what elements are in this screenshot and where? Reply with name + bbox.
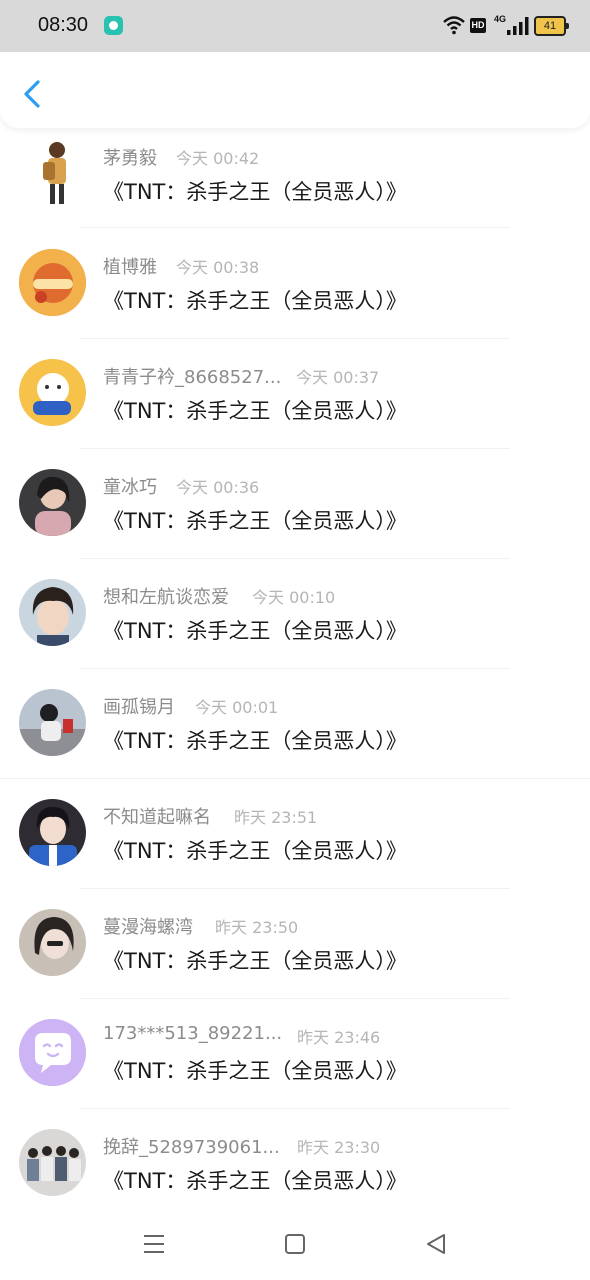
status-time: 08:30	[38, 14, 89, 36]
timestamp: 今天 00:36	[176, 478, 260, 497]
item-title: 《TNT：杀手之王（全员恶人）》	[103, 509, 407, 533]
list-item-meta: 茅勇毅 今天 00:42	[103, 144, 259, 170]
chat-app-notification-icon	[104, 16, 123, 35]
battery-indicator: 41	[534, 16, 569, 36]
list-item-meta: 蔓漫海螺湾 昨天 23:50	[103, 913, 298, 939]
item-title: 《TNT：杀手之王（全员恶人）》	[103, 839, 407, 863]
user-name: 茅勇毅	[103, 148, 157, 169]
item-title: 《TNT：杀手之王（全员恶人）》	[103, 180, 407, 204]
list-item[interactable]: 青青子衿_8668527... 今天 00:37 《TNT：杀手之王（全员恶人）…	[0, 338, 590, 449]
user-name: 想和左航谈恋爱	[103, 587, 229, 608]
list-item-meta: 173***513_89221... 昨天 23:46	[103, 1023, 380, 1047]
user-name: 画孤锡月	[103, 697, 175, 718]
list-item[interactable]: 173***513_89221... 昨天 23:46 《TNT：杀手之王（全员…	[0, 998, 590, 1109]
back-button[interactable]	[16, 74, 50, 114]
menu-icon[interactable]	[142, 1232, 166, 1256]
avatar[interactable]	[19, 799, 86, 866]
user-name: 挽辞_5289739061...	[103, 1137, 280, 1158]
system-nav-bar	[0, 1212, 590, 1280]
user-name: 173***513_89221...	[103, 1023, 283, 1044]
user-name: 青青子衿_8668527...	[103, 367, 282, 388]
chevron-left-icon	[24, 80, 40, 108]
list-item-meta: 植博雅 今天 00:38	[103, 253, 259, 279]
item-title: 《TNT：杀手之王（全员恶人）》	[103, 619, 407, 643]
default-avatar-icon	[19, 1019, 86, 1086]
avatar[interactable]	[19, 249, 86, 316]
timestamp: 昨天 23:50	[215, 918, 299, 937]
status-bar: 08:30 HD 4G 41	[0, 0, 590, 52]
back-triangle-icon[interactable]	[424, 1232, 448, 1256]
item-title: 《TNT：杀手之王（全员恶人）》	[103, 1169, 407, 1193]
hd-badge: HD	[470, 18, 486, 33]
avatar[interactable]	[19, 359, 86, 426]
avatar[interactable]	[19, 579, 86, 646]
item-title: 《TNT：杀手之王（全员恶人）》	[103, 729, 407, 753]
signal-icon	[507, 17, 529, 35]
wifi-icon	[443, 16, 465, 35]
list-item-meta: 想和左航谈恋爱 今天 00:10	[103, 583, 335, 609]
user-name: 不知道起嘛名	[103, 807, 211, 828]
list-item-meta: 青青子衿_8668527... 今天 00:37	[103, 363, 379, 389]
timestamp: 今天 00:42	[176, 149, 260, 168]
list-item[interactable]: 植博雅 今天 00:38 《TNT：杀手之王（全员恶人）》	[0, 228, 590, 339]
home-square-icon[interactable]	[283, 1232, 307, 1256]
avatar[interactable]	[19, 909, 86, 976]
list-item-meta: 挽辞_5289739061... 昨天 23:30	[103, 1133, 380, 1159]
header-bar	[0, 52, 590, 128]
network-type-label: 4G	[494, 14, 507, 24]
item-title: 《TNT：杀手之王（全员恶人）》	[103, 1059, 407, 1083]
list-item-meta: 不知道起嘛名 昨天 23:51	[103, 803, 317, 829]
avatar[interactable]	[38, 140, 76, 207]
timestamp: 今天 00:38	[176, 258, 260, 277]
user-name: 蔓漫海螺湾	[103, 917, 193, 938]
timestamp: 今天 00:37	[296, 368, 380, 387]
list-item-meta: 童冰巧 今天 00:36	[103, 473, 259, 499]
user-name: 植博雅	[103, 257, 157, 278]
list-item[interactable]: 蔓漫海螺湾 昨天 23:50 《TNT：杀手之王（全员恶人）》	[0, 888, 590, 999]
timestamp: 昨天 23:51	[234, 808, 318, 827]
list-item-meta: 画孤锡月 今天 00:01	[103, 693, 278, 719]
timestamp: 昨天 23:46	[297, 1028, 381, 1047]
avatar[interactable]	[19, 1019, 86, 1086]
user-name: 童冰巧	[103, 477, 157, 498]
avatar[interactable]	[19, 689, 86, 756]
list-item[interactable]: 画孤锡月 今天 00:01 《TNT：杀手之王（全员恶人）》	[0, 668, 590, 779]
timestamp: 昨天 23:30	[297, 1138, 381, 1157]
timestamp: 今天 00:10	[252, 588, 336, 607]
list-item[interactable]: 不知道起嘛名 昨天 23:51 《TNT：杀手之王（全员恶人）》	[0, 778, 590, 889]
list-item[interactable]: 想和左航谈恋爱 今天 00:10 《TNT：杀手之王（全员恶人）》	[0, 558, 590, 669]
item-title: 《TNT：杀手之王（全员恶人）》	[103, 949, 407, 973]
avatar[interactable]	[19, 469, 86, 536]
list-item[interactable]: 童冰巧 今天 00:36 《TNT：杀手之王（全员恶人）》	[0, 448, 590, 559]
avatar[interactable]	[19, 1129, 86, 1196]
timestamp: 今天 00:01	[195, 698, 279, 717]
item-title: 《TNT：杀手之王（全员恶人）》	[103, 289, 407, 313]
item-title: 《TNT：杀手之王（全员恶人）》	[103, 399, 407, 423]
list-item[interactable]: 挽辞_5289739061... 昨天 23:30 《TNT：杀手之王（全员恶人…	[0, 1108, 590, 1218]
